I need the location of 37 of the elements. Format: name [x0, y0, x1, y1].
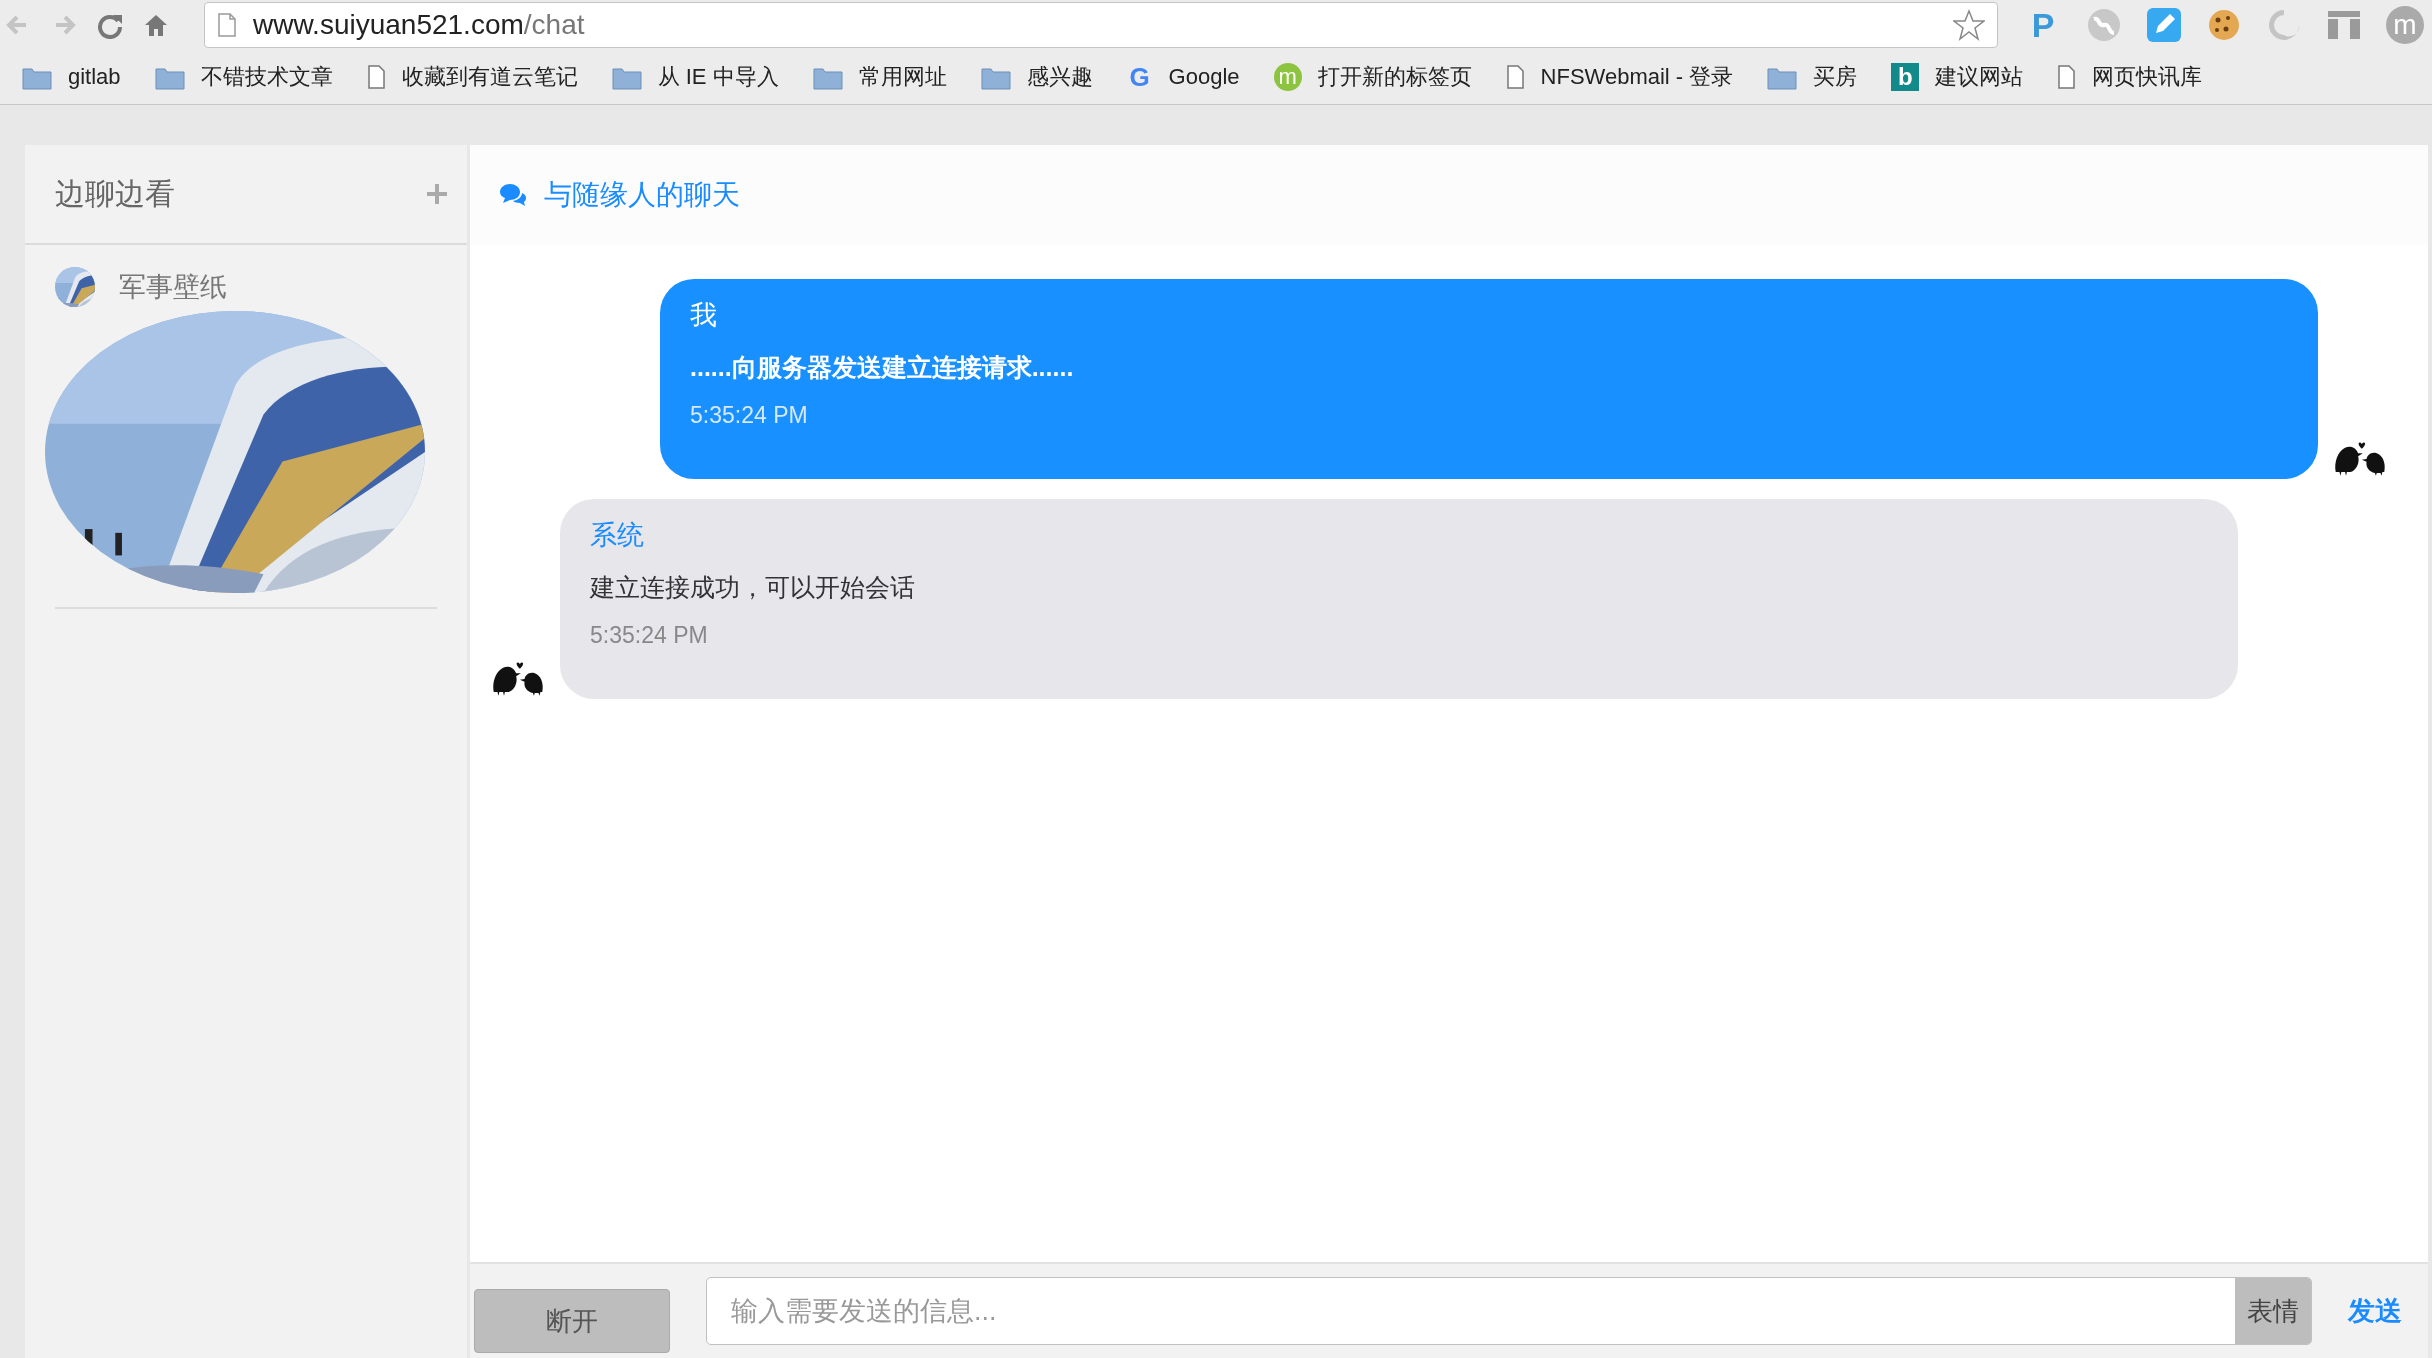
bookmark-label[interactable]: 打开新的标签页 [1317, 62, 1472, 92]
disconnect-button[interactable]: 断开 [474, 1289, 670, 1353]
sender-name: 我 [690, 299, 717, 332]
message-field[interactable]: 输入需要发送的信息... 表情 [706, 1277, 2312, 1345]
bookmark-label[interactable]: NFSWebmail - 登录 [1540, 62, 1734, 92]
bookmark-label[interactable]: 买房 [1813, 62, 1858, 92]
page-icon [1505, 65, 1525, 89]
bookmark-label[interactable]: 从 IE 中导入 [657, 62, 779, 92]
bookmark-label[interactable]: gitlab [68, 64, 121, 90]
cookie-icon[interactable] [2206, 7, 2242, 43]
star-icon[interactable] [1953, 9, 1985, 41]
message-text: 建立连接成功，可以开始会话 [590, 572, 915, 603]
bookmark-label[interactable]: 常用网址 [858, 62, 947, 92]
emoji-button[interactable]: 表情 [2235, 1278, 2311, 1344]
bookmark-label[interactable]: 感兴趣 [1026, 62, 1093, 92]
chat-title: 与随缘人的聊天 [544, 178, 740, 212]
message-time: 5:35:24 PM [690, 402, 808, 429]
bookmark-logo: b [1891, 63, 1920, 91]
page-icon [366, 65, 386, 89]
bookmark-label[interactable]: 不错技术文章 [200, 62, 333, 92]
bookmark-label[interactable]: 收藏到有道云笔记 [401, 62, 578, 92]
page-icon [217, 13, 237, 37]
message-time: 5:35:24 PM [590, 622, 708, 649]
bookmark-label[interactable]: 网页快讯库 [2092, 62, 2203, 92]
sidebar-title: 边聊边看 [55, 175, 175, 212]
chat-icon [498, 182, 528, 208]
pen-icon[interactable] [2146, 7, 2182, 43]
bookmark-label[interactable]: Google [1168, 64, 1240, 90]
contact-name[interactable]: 军事壁纸 [119, 269, 227, 305]
page-icon [2057, 65, 2077, 89]
bookmark-label[interactable]: 建议网站 [1935, 62, 2024, 92]
bookmark-logo: m [1273, 63, 1302, 91]
globe-icon[interactable] [2086, 7, 2122, 43]
message-text: ......向服务器发送建立连接请求...... [690, 352, 1074, 383]
google-logo: G [1128, 61, 1151, 93]
add-icon[interactable] [427, 184, 447, 204]
sender-name: 系统 [590, 519, 644, 552]
